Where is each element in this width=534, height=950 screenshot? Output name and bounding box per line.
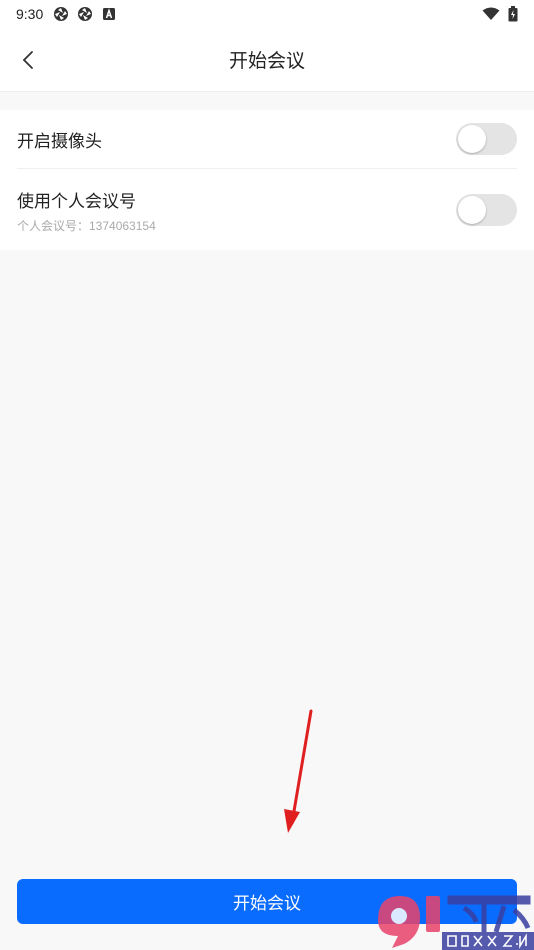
camera-label: 开启摄像头: [17, 131, 102, 152]
settings-card: 开启摄像头 使用个人会议号 个人会议号：1374063154: [0, 110, 534, 250]
status-right: [482, 6, 518, 22]
a-box-icon: [103, 8, 116, 20]
chevron-left-icon: [22, 51, 33, 69]
page-title: 开始会议: [228, 50, 305, 72]
annotation-arrow-icon: [284, 709, 313, 833]
aperture-icon: [78, 7, 93, 21]
camera-toggle[interactable]: [456, 123, 517, 155]
status-time: 9:30: [16, 6, 44, 22]
start-meeting-button[interactable]: 开始会议: [17, 879, 517, 924]
toggle-knob: [458, 196, 486, 224]
battery-icon: [508, 6, 518, 22]
header: 开始会议: [0, 28, 534, 92]
personal-id-label: 使用个人会议号: [17, 191, 136, 212]
aperture-icon: [54, 7, 69, 21]
setting-row-camera: 开启摄像头: [17, 110, 517, 169]
back-button[interactable]: [12, 44, 44, 76]
status-bar: 9:30: [0, 0, 534, 28]
personal-id-value: 个人会议号：1374063154: [17, 218, 156, 233]
personal-id-toggle[interactable]: [456, 194, 517, 226]
setting-row-personal-id: 使用个人会议号 个人会议号：1374063154: [17, 170, 517, 250]
toggle-knob: [458, 125, 486, 153]
wifi-icon: [482, 7, 500, 20]
